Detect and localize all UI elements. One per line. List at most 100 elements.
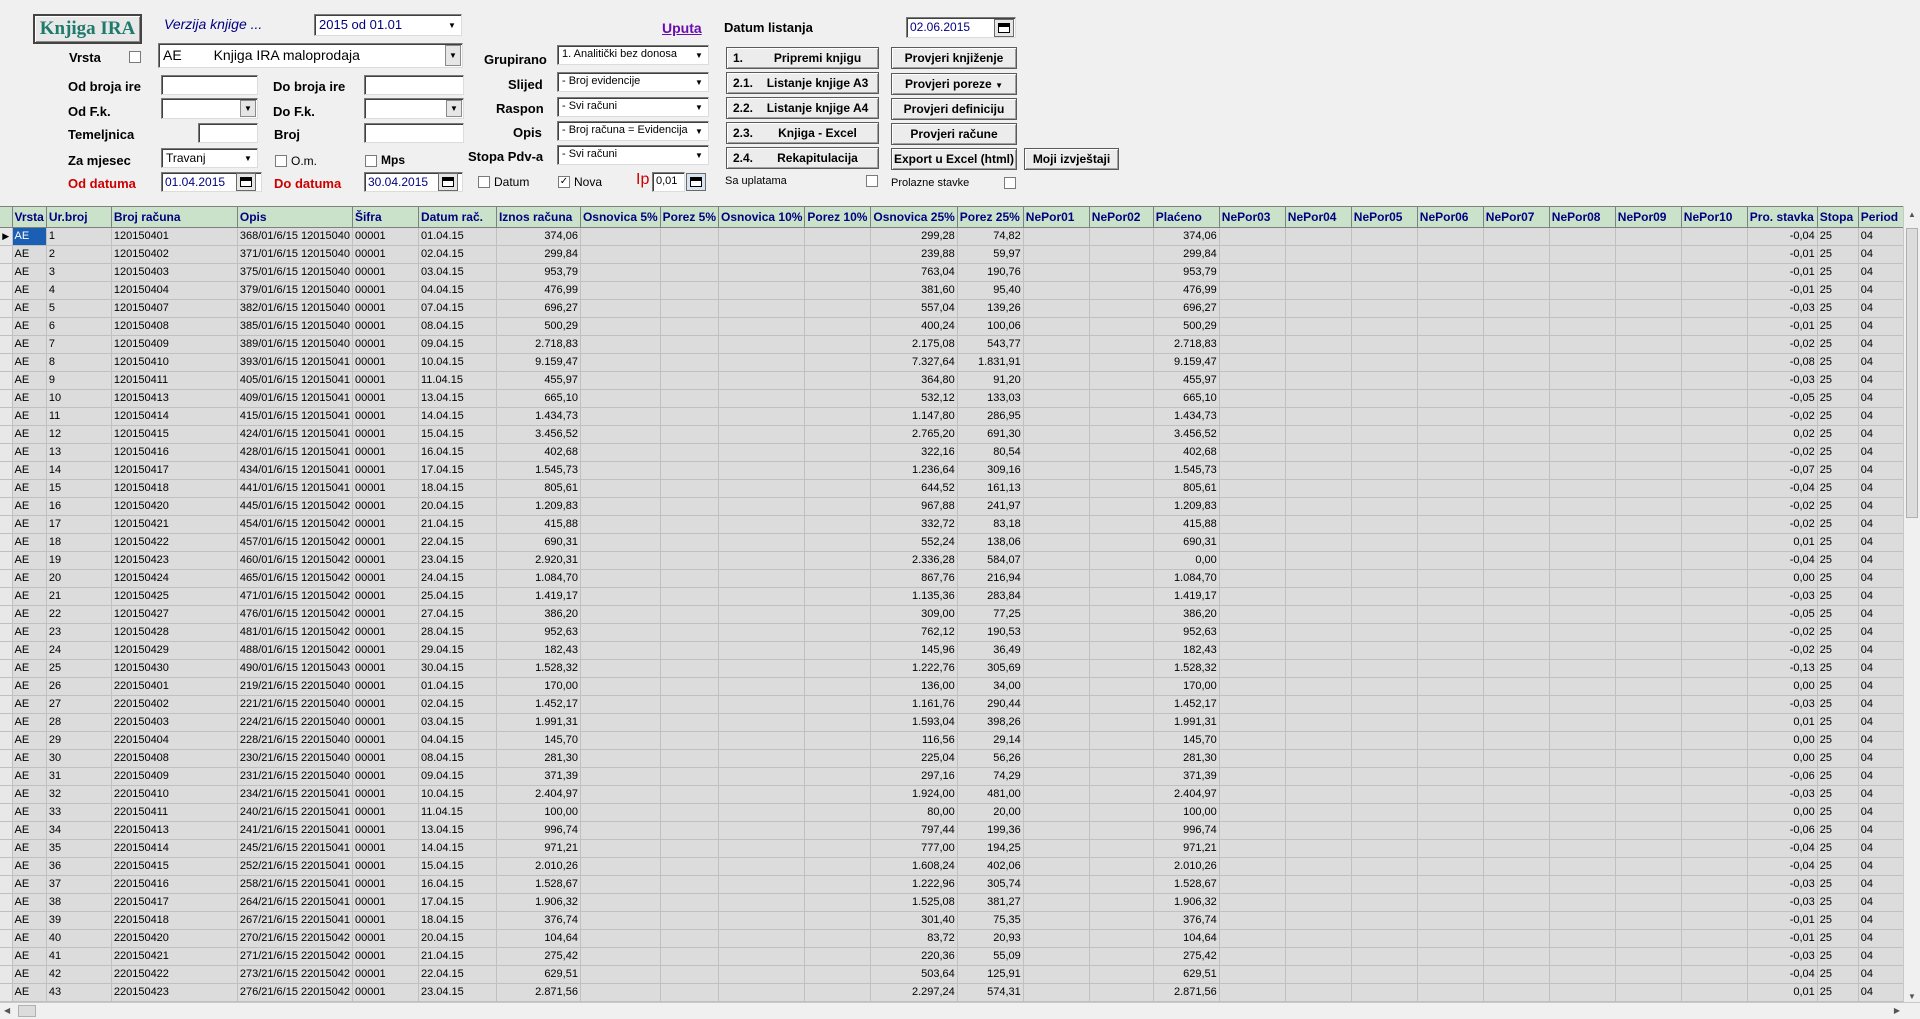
table-cell[interactable]: -0,02 [1747, 515, 1818, 534]
table-cell[interactable]: 400,24 [870, 317, 958, 336]
table-cell[interactable]: 00001 [352, 659, 419, 678]
table-cell[interactable]: 133,03 [957, 389, 1024, 408]
table-cell[interactable]: 424/01/6/15 12015041 [237, 425, 353, 444]
column-header[interactable]: Porez 25% [957, 207, 1024, 228]
table-cell[interactable] [1219, 317, 1286, 336]
table-cell[interactable] [1023, 803, 1090, 822]
table-cell[interactable] [1285, 407, 1352, 426]
table-cell[interactable]: 125,91 [957, 965, 1024, 984]
table-cell[interactable]: 00001 [352, 641, 419, 660]
table-cell[interactable]: 270/21/6/15 22015042 [237, 929, 353, 948]
table-cell[interactable]: 1.991,31 [1153, 713, 1220, 732]
table-row[interactable]: AE 11 120150414 415/01/6/15 12015041 00001 14… [0, 407, 1907, 426]
table-cell[interactable]: 25 [1817, 317, 1859, 336]
pripremi-knjigu-button[interactable]: 1. Pripremi knjigu [726, 47, 879, 69]
table-cell[interactable] [1219, 407, 1286, 426]
table-cell[interactable]: 25 [1817, 299, 1859, 318]
table-cell[interactable]: -0,01 [1747, 911, 1818, 930]
table-cell[interactable] [1285, 623, 1352, 642]
table-cell[interactable]: AE [12, 281, 47, 300]
table-cell[interactable]: 18 [46, 533, 112, 552]
table-cell[interactable]: 584,07 [957, 551, 1024, 570]
table-cell[interactable] [580, 803, 661, 822]
table-cell[interactable]: 1.545,73 [496, 461, 581, 480]
table-cell[interactable] [1483, 515, 1550, 534]
table-cell[interactable] [1615, 605, 1682, 624]
table-cell[interactable] [580, 731, 661, 750]
table-cell[interactable]: 25 [1817, 551, 1859, 570]
table-cell[interactable] [1483, 947, 1550, 966]
table-cell[interactable]: 245/21/6/15 22015041 [237, 839, 353, 858]
table-cell[interactable] [1549, 317, 1616, 336]
table-cell[interactable] [1285, 749, 1352, 768]
table-cell[interactable] [1681, 389, 1748, 408]
table-cell[interactable] [1483, 623, 1550, 642]
table-cell[interactable]: 24 [46, 641, 112, 660]
table-cell[interactable]: -0,01 [1747, 317, 1818, 336]
table-cell[interactable] [1285, 299, 1352, 318]
table-cell[interactable] [1615, 695, 1682, 714]
table-cell[interactable]: 00001 [352, 911, 419, 930]
table-cell[interactable]: 04 [1858, 407, 1907, 426]
table-cell[interactable] [1219, 677, 1286, 696]
column-header[interactable]: Stopa [1817, 207, 1859, 228]
table-cell[interactable] [660, 461, 720, 480]
table-cell[interactable] [1351, 839, 1418, 858]
row-indicator[interactable] [0, 587, 13, 606]
table-cell[interactable] [660, 443, 720, 462]
table-cell[interactable]: 04 [1858, 947, 1907, 966]
table-cell[interactable]: 1.991,31 [496, 713, 581, 732]
table-cell[interactable] [804, 893, 872, 912]
table-cell[interactable]: 17.04.15 [418, 461, 497, 480]
row-indicator[interactable] [0, 857, 13, 876]
row-indicator[interactable] [0, 911, 13, 930]
table-cell[interactable] [1219, 551, 1286, 570]
table-cell[interactable]: 220150404 [111, 731, 238, 750]
table-cell[interactable]: 629,51 [1153, 965, 1220, 984]
table-cell[interactable] [660, 623, 720, 642]
table-cell[interactable] [1219, 911, 1286, 930]
table-cell[interactable]: 120150422 [111, 533, 238, 552]
table-cell[interactable] [1285, 731, 1352, 750]
table-cell[interactable] [1351, 281, 1418, 300]
table-cell[interactable] [804, 731, 872, 750]
table-cell[interactable]: 1.222,96 [870, 875, 958, 894]
table-cell[interactable] [1681, 551, 1748, 570]
table-cell[interactable] [1023, 929, 1090, 948]
table-cell[interactable]: 29,14 [957, 731, 1024, 750]
table-cell[interactable]: 240/21/6/15 22015041 [237, 803, 353, 822]
table-cell[interactable] [1023, 479, 1090, 498]
table-cell[interactable]: 389/01/6/15 12015040 [237, 335, 353, 354]
table-cell[interactable]: 30 [46, 749, 112, 768]
table-cell[interactable] [1089, 497, 1154, 516]
table-cell[interactable] [1089, 227, 1154, 246]
table-cell[interactable] [718, 857, 806, 876]
table-cell[interactable]: 220150411 [111, 803, 238, 822]
table-cell[interactable]: 309,16 [957, 461, 1024, 480]
table-cell[interactable] [1351, 893, 1418, 912]
table-cell[interactable] [718, 965, 806, 984]
row-indicator[interactable] [0, 875, 13, 894]
table-cell[interactable] [1549, 965, 1616, 984]
table-cell[interactable] [1549, 857, 1616, 876]
table-cell[interactable]: -0,03 [1747, 371, 1818, 390]
row-indicator[interactable] [0, 605, 13, 624]
table-cell[interactable]: 971,21 [1153, 839, 1220, 858]
table-cell[interactable]: 00001 [352, 533, 419, 552]
table-cell[interactable] [660, 749, 720, 768]
table-cell[interactable] [1417, 659, 1484, 678]
table-cell[interactable]: 04 [1858, 263, 1907, 282]
table-cell[interactable] [1483, 299, 1550, 318]
table-cell[interactable] [1417, 299, 1484, 318]
table-cell[interactable] [580, 317, 661, 336]
table-cell[interactable]: 281,30 [496, 749, 581, 768]
table-cell[interactable]: 04 [1858, 857, 1907, 876]
table-cell[interactable]: 00001 [352, 479, 419, 498]
row-indicator[interactable] [0, 479, 13, 498]
table-row[interactable]: AE 13 120150416 428/01/6/15 12015041 00001 16… [0, 443, 1907, 462]
table-cell[interactable]: 476/01/6/15 12015042 [237, 605, 353, 624]
table-cell[interactable] [580, 911, 661, 930]
table-cell[interactable]: 18.04.15 [418, 479, 497, 498]
nova-checkbox[interactable]: ✓ [558, 176, 570, 188]
table-cell[interactable] [718, 389, 806, 408]
